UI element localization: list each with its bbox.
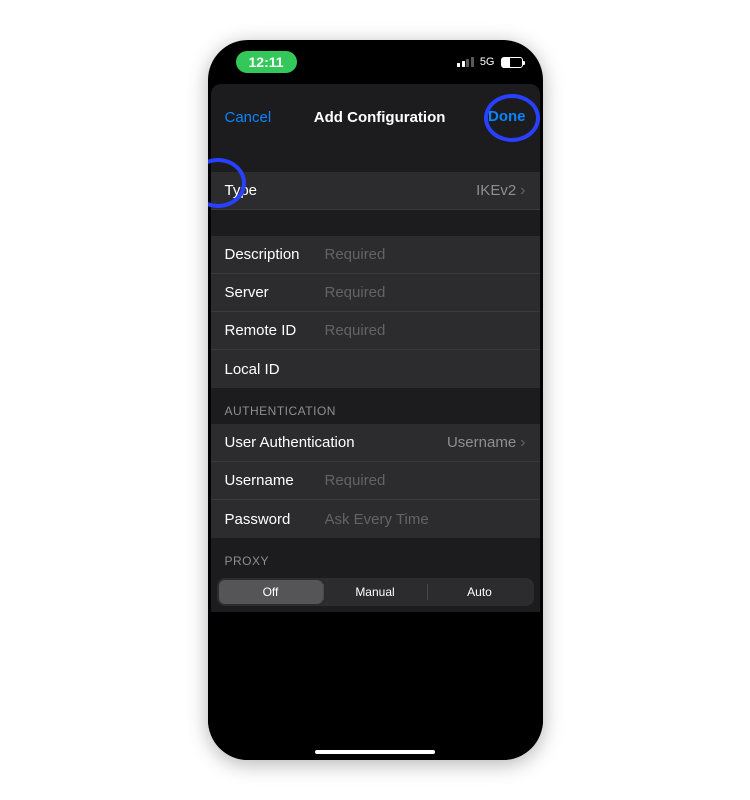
home-indicator <box>315 750 435 754</box>
type-value: IKEv2 <box>476 182 516 199</box>
user-authentication-value: Username <box>447 434 516 451</box>
description-label: Description <box>225 246 313 263</box>
proxy-segmented-control[interactable]: Off Manual Auto <box>217 578 534 606</box>
local-id-input[interactable] <box>325 361 526 378</box>
password-label: Password <box>225 511 313 528</box>
status-bar: 12:11 5G <box>208 40 543 84</box>
remote-id-input[interactable] <box>325 322 526 339</box>
proxy-option-manual[interactable]: Manual <box>323 580 427 604</box>
server-label: Server <box>225 284 313 301</box>
password-row[interactable]: Password <box>211 500 540 538</box>
type-row[interactable]: Type IKEv2 › <box>211 172 540 210</box>
type-label: Type <box>225 182 258 199</box>
page-title: Add Configuration <box>314 109 446 126</box>
cancel-button[interactable]: Cancel <box>225 109 272 126</box>
user-authentication-label: User Authentication <box>225 434 355 451</box>
proxy-option-auto[interactable]: Auto <box>428 580 532 604</box>
status-time-pill: 12:11 <box>236 51 297 73</box>
signal-icon <box>457 57 474 67</box>
server-row[interactable]: Server <box>211 274 540 312</box>
authentication-header: AUTHENTICATION <box>211 388 540 424</box>
server-input[interactable] <box>325 284 526 301</box>
iphone-frame: 12:11 5G Cancel Add Configuration Done <box>208 40 543 760</box>
username-input[interactable] <box>325 472 526 489</box>
username-row[interactable]: Username <box>211 462 540 500</box>
chevron-right-icon: › <box>520 435 525 451</box>
local-id-row[interactable]: Local ID <box>211 350 540 388</box>
description-row[interactable]: Description <box>211 236 540 274</box>
username-label: Username <box>225 472 313 489</box>
done-button[interactable]: Done <box>488 108 526 125</box>
network-label: 5G <box>480 56 495 68</box>
remote-id-label: Remote ID <box>225 322 313 339</box>
nav-bar: Cancel Add Configuration Done <box>211 96 540 138</box>
user-authentication-row[interactable]: User Authentication Username › <box>211 424 540 462</box>
chevron-right-icon: › <box>520 183 525 199</box>
local-id-label: Local ID <box>225 361 313 378</box>
password-input[interactable] <box>325 511 526 528</box>
proxy-header: PROXY <box>211 538 540 574</box>
modal-sheet-top <box>211 84 540 96</box>
description-input[interactable] <box>325 246 526 263</box>
remote-id-row[interactable]: Remote ID <box>211 312 540 350</box>
proxy-option-off[interactable]: Off <box>219 580 323 604</box>
battery-icon <box>501 57 523 68</box>
canvas: 12:11 5G Cancel Add Configuration Done <box>0 0 750 800</box>
